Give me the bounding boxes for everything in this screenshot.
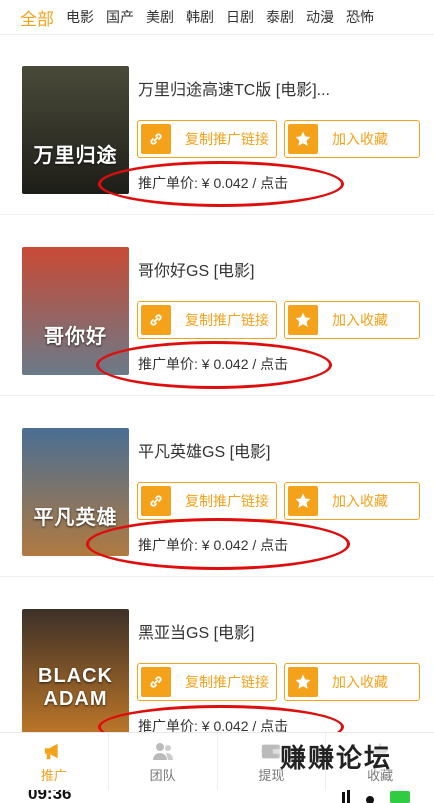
nav-label: 推广 xyxy=(40,767,67,783)
add-favorite-button[interactable]: 加入收藏 xyxy=(284,301,420,339)
poster-title: 哥你好 xyxy=(44,326,107,348)
movie-poster[interactable]: 平凡英雄 xyxy=(22,428,129,556)
list-item: BLACK ADAM 黑亚当GS [电影] 复制推广链接 加入收藏 推广单价: … xyxy=(0,577,434,757)
copy-link-button[interactable]: 复制推广链接 xyxy=(137,663,277,701)
list-item: 万里归途 万里归途高速TC版 [电影]... 复制推广链接 加入收藏 推广单价:… xyxy=(0,34,434,215)
star-icon xyxy=(288,124,318,154)
add-favorite-label: 加入收藏 xyxy=(332,131,388,147)
status-time: 09:36 xyxy=(28,790,72,803)
movie-title[interactable]: 黑亚当GS [电影] xyxy=(138,619,418,643)
nav-team[interactable]: 团队 xyxy=(109,733,218,791)
copy-link-button[interactable]: 复制推广链接 xyxy=(137,301,277,339)
add-favorite-label: 加入收藏 xyxy=(332,493,388,509)
tab-japanese-drama[interactable]: 日剧 xyxy=(226,7,254,27)
copy-link-label: 复制推广链接 xyxy=(185,493,269,509)
add-favorite-button[interactable]: 加入收藏 xyxy=(284,482,420,520)
tab-horror[interactable]: 恐怖 xyxy=(346,7,374,27)
nav-promote[interactable]: 推广 xyxy=(0,733,109,791)
unit-price: 推广单价: ¥ 0.042 / 点击 xyxy=(138,537,289,553)
add-favorite-button[interactable]: 加入收藏 xyxy=(284,663,420,701)
tab-thai-drama[interactable]: 泰剧 xyxy=(266,7,294,27)
star-icon xyxy=(288,667,318,697)
poster-title: 万里归途 xyxy=(33,145,118,167)
copy-link-button[interactable]: 复制推广链接 xyxy=(137,120,277,158)
star-icon xyxy=(288,305,318,335)
tab-domestic[interactable]: 国产 xyxy=(106,7,134,27)
tab-all[interactable]: 全部 xyxy=(20,5,54,30)
link-icon xyxy=(141,486,171,516)
app-screen: 全部 电影 国产 美剧 韩剧 日剧 泰剧 动漫 恐怖 万里归途 万里归途高速TC… xyxy=(0,0,434,803)
poster-title: 平凡英雄 xyxy=(33,507,118,529)
list-item: 哥你好 哥你好GS [电影] 复制推广链接 加入收藏 推广单价: ¥ 0.042… xyxy=(0,215,434,396)
link-icon xyxy=(141,667,171,697)
tab-movie[interactable]: 电影 xyxy=(66,7,94,27)
list-item: 平凡英雄 平凡英雄GS [电影] 复制推广链接 加入收藏 推广单价: ¥ 0.0… xyxy=(0,396,434,577)
forum-watermark: 赚赚论坛 xyxy=(280,743,393,773)
unit-price: 推广单价: ¥ 0.042 / 点击 xyxy=(138,356,289,372)
nav-label: 团队 xyxy=(149,767,176,783)
status-icons xyxy=(342,790,412,803)
copy-link-label: 复制推广链接 xyxy=(185,674,269,690)
megaphone-icon xyxy=(44,743,58,759)
category-tabs: 全部 电影 国产 美剧 韩剧 日剧 泰剧 动漫 恐怖 xyxy=(0,0,434,35)
movie-poster[interactable]: 万里归途 xyxy=(22,66,129,194)
tab-korean-drama[interactable]: 韩剧 xyxy=(186,7,214,27)
unit-price: 推广单价: ¥ 0.042 / 点击 xyxy=(138,175,289,191)
movie-poster[interactable]: 哥你好 xyxy=(22,247,129,375)
link-icon xyxy=(141,305,171,335)
movie-title[interactable]: 万里归途高速TC版 [电影]... xyxy=(138,76,418,100)
status-bar: 09:36 xyxy=(0,790,434,803)
add-favorite-label: 加入收藏 xyxy=(332,312,388,328)
copy-link-label: 复制推广链接 xyxy=(185,131,269,147)
add-favorite-label: 加入收藏 xyxy=(332,674,388,690)
copy-link-button[interactable]: 复制推广链接 xyxy=(137,482,277,520)
link-icon xyxy=(141,124,171,154)
team-icon xyxy=(152,742,173,760)
tab-anime[interactable]: 动漫 xyxy=(306,7,334,27)
movie-list: 万里归途 万里归途高速TC版 [电影]... 复制推广链接 加入收藏 推广单价:… xyxy=(0,34,434,757)
star-icon xyxy=(288,486,318,516)
poster-title: BLACK ADAM xyxy=(38,665,113,710)
movie-title[interactable]: 哥你好GS [电影] xyxy=(138,257,418,281)
movie-title[interactable]: 平凡英雄GS [电影] xyxy=(138,438,418,462)
movie-poster[interactable]: BLACK ADAM xyxy=(22,609,129,737)
copy-link-label: 复制推广链接 xyxy=(185,312,269,328)
add-favorite-button[interactable]: 加入收藏 xyxy=(284,120,420,158)
tab-us-drama[interactable]: 美剧 xyxy=(146,7,174,27)
